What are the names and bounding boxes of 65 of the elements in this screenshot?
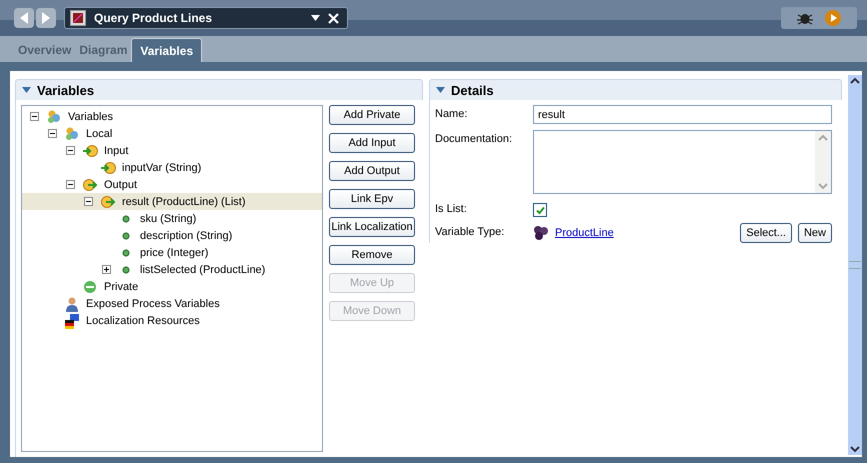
scrollbar[interactable]: [848, 75, 862, 455]
editor-tab[interactable]: Query Product Lines: [64, 7, 348, 29]
action-button[interactable]: Link Epv: [329, 189, 415, 209]
tree-item[interactable]: Exposed Process Variables: [22, 295, 322, 312]
tree-item[interactable]: listSelected (ProductLine): [22, 261, 322, 278]
field-label: Variable Type:: [435, 225, 506, 238]
input-icon: [82, 144, 98, 158]
diagram-icon: [70, 10, 86, 26]
action-button[interactable]: Remove: [329, 245, 415, 265]
bug-icon[interactable]: [797, 11, 813, 25]
section-header[interactable]: Variables: [15, 79, 423, 100]
expander-icon[interactable]: [84, 197, 93, 206]
expander-icon[interactable]: [102, 265, 111, 274]
private-icon: [82, 280, 98, 294]
tree-item[interactable]: description (String): [22, 227, 322, 244]
left-arrow-icon: [19, 12, 29, 24]
output-icon: [82, 178, 98, 192]
type-button[interactable]: Select...: [740, 223, 792, 243]
action-button[interactable]: Link Localization: [329, 217, 415, 237]
field-label: Is List:: [435, 202, 468, 215]
variables-icon: [64, 126, 80, 140]
type-button[interactable]: New: [798, 223, 832, 243]
output-icon: [100, 194, 116, 208]
tree-item[interactable]: Variables: [22, 108, 322, 125]
tree-item[interactable]: price (Integer): [22, 244, 322, 261]
tree-item[interactable]: inputVar (String): [22, 159, 322, 176]
variable-type-link[interactable]: ProductLine: [555, 227, 614, 239]
expander-icon[interactable]: [30, 112, 39, 121]
collapse-icon[interactable]: [22, 87, 31, 93]
tree-item[interactable]: Output: [22, 176, 322, 193]
tree-item[interactable]: result (ProductLine) (List): [22, 193, 322, 210]
flags-icon: [64, 312, 80, 328]
tree-item[interactable]: Local: [22, 125, 322, 142]
back-button[interactable]: [14, 8, 34, 28]
is-list-checkbox[interactable]: [533, 203, 547, 217]
collapse-icon[interactable]: [436, 87, 445, 93]
tree-item[interactable]: Input: [22, 142, 322, 159]
action-button[interactable]: Add Input: [329, 133, 415, 153]
input-icon: [100, 160, 116, 174]
expander-icon[interactable]: [66, 146, 75, 155]
field-label: Name:: [435, 107, 468, 120]
variables-icon: [46, 110, 62, 124]
field-label: Documentation:: [435, 132, 514, 145]
dropdown-icon[interactable]: [311, 15, 320, 21]
section-title: Variables: [37, 82, 94, 98]
scroll-thumb[interactable]: [849, 261, 861, 269]
action-button[interactable]: Add Output: [329, 161, 415, 181]
action-button[interactable]: Add Private: [329, 105, 415, 125]
section-header[interactable]: Details: [429, 79, 842, 100]
tab[interactable]: Variables: [131, 38, 202, 62]
forward-button[interactable]: [36, 8, 56, 28]
tree-item[interactable]: Private: [22, 278, 322, 295]
name-field[interactable]: result: [533, 105, 832, 124]
tree-item[interactable]: Localization Resources: [22, 312, 322, 329]
expander-icon[interactable]: [66, 180, 75, 189]
data-type-icon: [533, 225, 549, 241]
play-icon[interactable]: [825, 10, 841, 26]
person-icon: [64, 296, 80, 312]
editor-tab-title: Query Product Lines: [94, 11, 214, 25]
section-title: Details: [451, 82, 494, 98]
expander-icon[interactable]: [48, 129, 57, 138]
documentation-field[interactable]: [533, 130, 832, 194]
right-arrow-icon: [41, 12, 51, 24]
close-icon[interactable]: [328, 12, 339, 24]
tree-item[interactable]: sku (String): [22, 210, 322, 227]
